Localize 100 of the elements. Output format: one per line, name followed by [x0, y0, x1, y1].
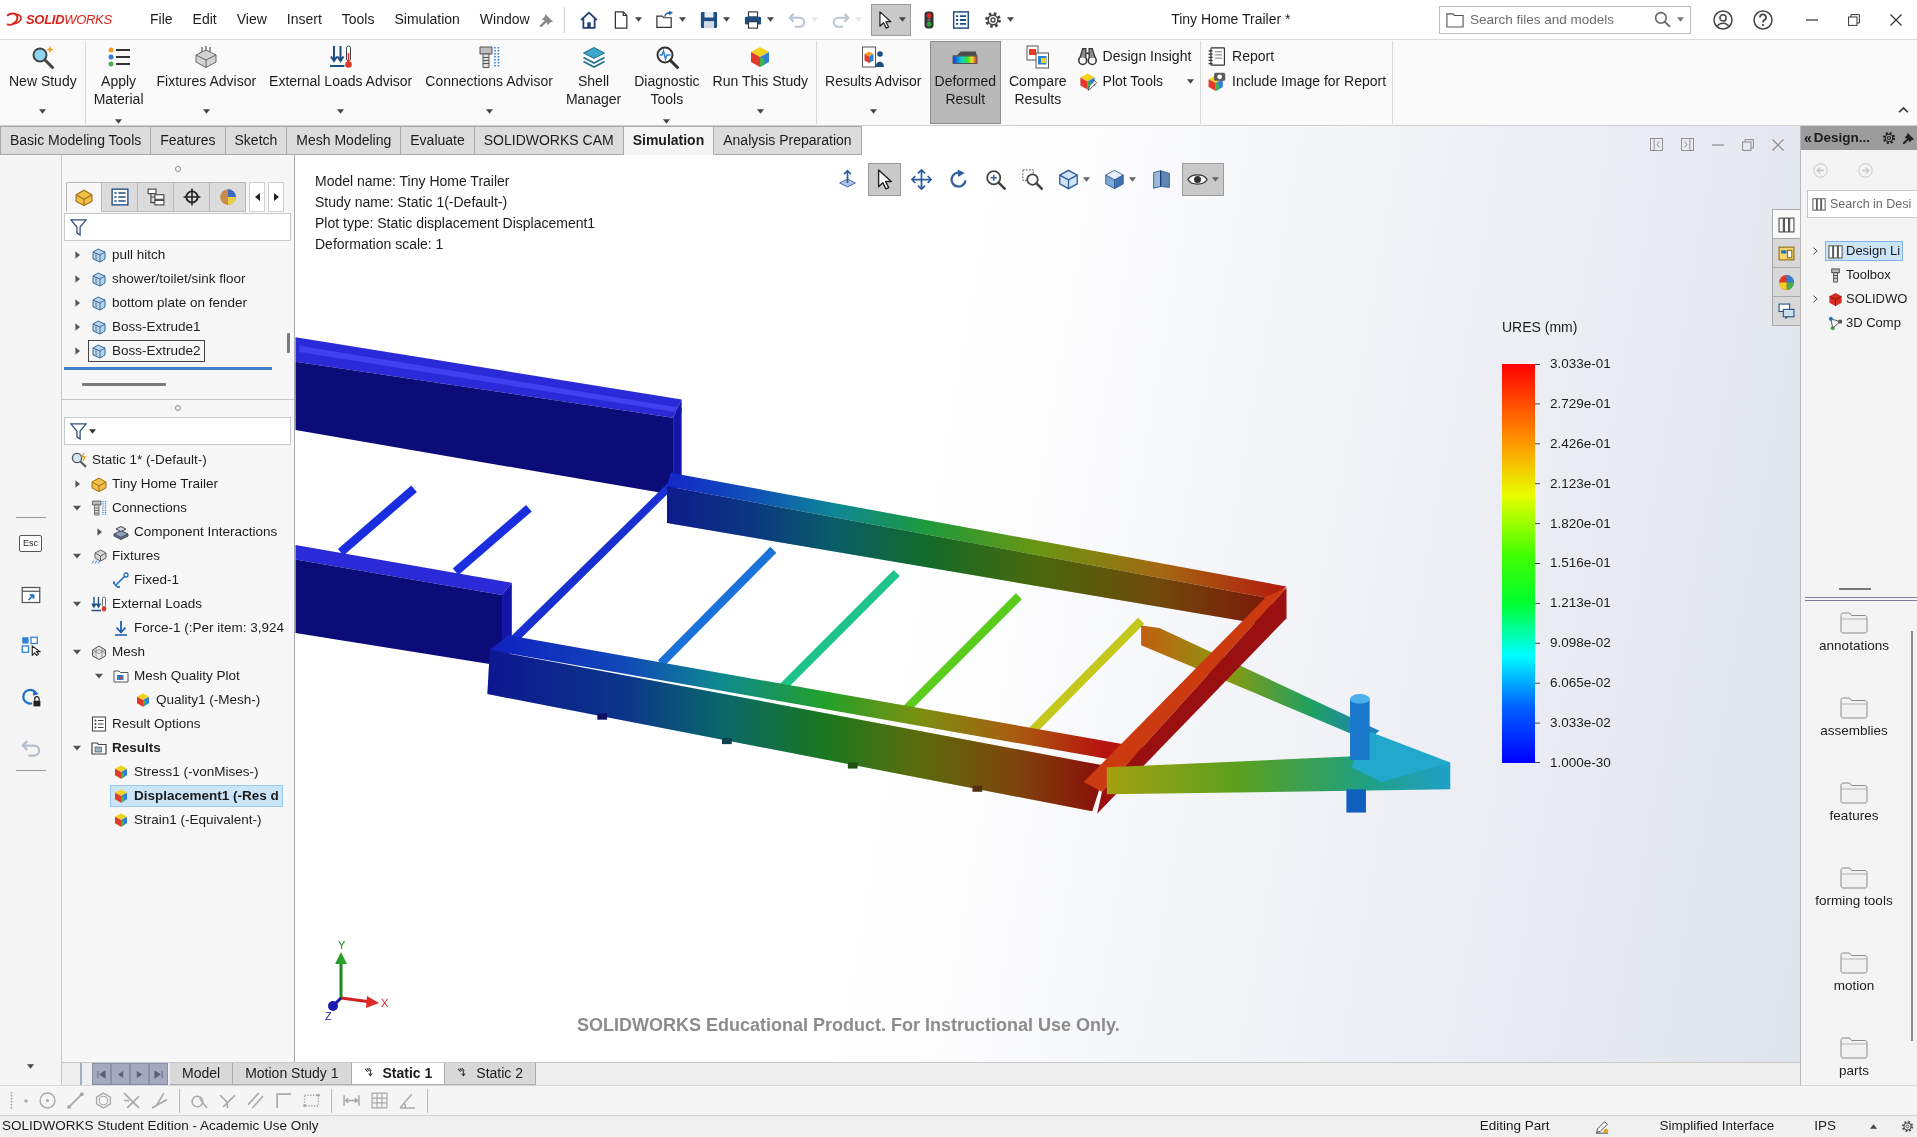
task-pane-tab[interactable]	[1772, 209, 1800, 239]
command-tab[interactable]: SOLIDWORKS CAM	[474, 126, 624, 155]
tree-item[interactable]: Design Li	[1825, 241, 1904, 261]
tree-item[interactable]: Static 1* (-Default-)	[68, 449, 211, 471]
folder-label[interactable]: features	[1829, 808, 1879, 824]
ribbon-button[interactable]: Fixtures Advisor	[151, 41, 262, 124]
squares-cursor-icon[interactable]	[20, 635, 41, 656]
ribbon-button[interactable]: New Study	[4, 41, 82, 124]
menu-item[interactable]: Window	[469, 5, 540, 34]
folder-label[interactable]: forming tools	[1815, 893, 1893, 909]
scrollbar-thumb[interactable]	[1911, 631, 1913, 1041]
tree-item[interactable]: Mesh Quality Plot	[110, 665, 244, 687]
tab-scroll-button[interactable]	[111, 1063, 130, 1085]
tree-item[interactable]: Component Interactions	[110, 521, 282, 543]
view-tool-button[interactable]	[1182, 163, 1224, 196]
gear-icon[interactable]	[1901, 1120, 1914, 1133]
pin-icon[interactable]	[1903, 132, 1915, 144]
menu-item[interactable]: Edit	[182, 5, 227, 34]
ribbon-button[interactable]: Shell Manager	[560, 41, 627, 124]
study-tab[interactable]: Motion Study 1	[233, 1063, 352, 1085]
user-icon[interactable]	[1713, 9, 1733, 30]
tree-item[interactable]: Strain1 (-Equivalent-)	[110, 809, 266, 831]
folder-label[interactable]: assemblies	[1820, 723, 1888, 739]
expand-arrow-icon[interactable]	[74, 299, 80, 307]
rotate-lock-icon[interactable]	[20, 686, 41, 707]
expand-arrow-icon[interactable]	[74, 323, 80, 331]
tree-item[interactable]: Result Options	[88, 713, 205, 735]
expand-arrow-icon[interactable]	[73, 745, 81, 751]
tree-item[interactable]: Force-1 (:Per item: 3,924	[110, 617, 289, 639]
menu-item[interactable]: Simulation	[384, 5, 470, 34]
tree-item[interactable]: SOLIDWO	[1825, 289, 1911, 309]
search-field[interactable]: Search in Desi	[1807, 190, 1917, 218]
tree-item[interactable]: Quality1 (-Mesh-)	[132, 689, 265, 711]
menu-item[interactable]: File	[140, 5, 183, 34]
tree-item[interactable]: pull hitch	[88, 244, 170, 266]
expand-arrow-icon[interactable]	[96, 528, 102, 536]
folder-icon[interactable]	[1840, 782, 1868, 804]
grip-icon[interactable]	[10, 1091, 13, 1110]
collapse-button[interactable]: «	[1804, 129, 1812, 147]
task-pane-tab[interactable]	[1772, 238, 1800, 268]
panel-tab[interactable]	[102, 182, 138, 212]
ribbon-button[interactable]: Diagnostic Tools	[629, 41, 705, 124]
command-tab[interactable]: Mesh Modeling	[287, 126, 402, 155]
tree-item[interactable]: Results	[88, 737, 165, 759]
expand-arrow-icon[interactable]	[74, 275, 80, 283]
expand-arrow-icon[interactable]	[73, 601, 81, 607]
ribbon-button[interactable]: External Loads Advisor	[264, 41, 418, 124]
folder-icon[interactable]	[1840, 612, 1868, 634]
panel-tab[interactable]	[174, 182, 210, 212]
study-tab[interactable]: Static 1	[351, 1063, 446, 1085]
ribbon-button[interactable]: Connections Advisor	[420, 41, 558, 124]
task-pane-tab[interactable]	[1772, 296, 1800, 326]
tree-item[interactable]: Toolbox	[1825, 265, 1894, 285]
scrollbar-thumb[interactable]	[286, 333, 290, 353]
folder-label[interactable]: annotations	[1819, 638, 1889, 654]
folder-icon[interactable]	[1840, 697, 1868, 719]
splitter-handle[interactable]	[1839, 588, 1871, 590]
pencil-icon[interactable]	[1595, 1119, 1610, 1134]
search-field[interactable]: Search files and models	[1439, 5, 1691, 34]
chevron-up-icon[interactable]	[1898, 105, 1909, 113]
tree-item[interactable]: Tiny Home Trailer	[88, 473, 223, 495]
gear-icon[interactable]	[1882, 131, 1896, 145]
folder-label[interactable]: parts	[1839, 1063, 1869, 1079]
expand-arrow-icon[interactable]	[73, 649, 81, 655]
panel-tab[interactable]	[138, 182, 174, 212]
filter-field[interactable]	[64, 213, 291, 241]
toolbar-button[interactable]	[870, 3, 911, 36]
ribbon-button[interactable]: Results Advisor	[820, 41, 927, 124]
tree-item[interactable]: Fixed-1	[110, 569, 183, 591]
expand-arrow-icon[interactable]	[73, 553, 81, 559]
tree-item[interactable]: Displacement1 (-Res d	[110, 785, 283, 807]
command-tab[interactable]: Analysis Preparation	[714, 126, 862, 155]
grip-dot-icon[interactable]	[175, 165, 181, 172]
caret-up-icon[interactable]	[1870, 1124, 1877, 1129]
ribbon-button[interactable]: Report	[1204, 45, 1390, 68]
tree-item[interactable]: 3D Comp	[1825, 313, 1904, 333]
tree-item[interactable]: Mesh	[88, 641, 149, 663]
units-selector[interactable]: IPS	[1814, 1116, 1836, 1137]
ribbon-button[interactable]: Apply Material	[88, 41, 149, 124]
expand-arrow-icon[interactable]	[74, 251, 80, 259]
ribbon-button[interactable]: Compare Results	[1004, 41, 1072, 124]
status-interface[interactable]: Simplified Interface	[1659, 1116, 1775, 1137]
task-pane-tab[interactable]	[1772, 267, 1800, 297]
command-tab[interactable]: Simulation	[623, 126, 715, 155]
expand-arrow-icon[interactable]	[73, 505, 81, 511]
command-tab[interactable]: Sketch	[225, 126, 288, 155]
tree-item[interactable]: External Loads	[88, 593, 207, 615]
tree-item[interactable]: Boss-Extrude1	[88, 316, 205, 338]
tree-item[interactable]: Boss-Extrude2	[88, 340, 205, 362]
tree-item[interactable]: Stress1 (-vonMises-)	[110, 761, 263, 783]
pin-icon[interactable]	[539, 12, 554, 27]
command-tab[interactable]: Basic Modeling Tools	[0, 126, 152, 155]
tree-item[interactable]: shower/toilet/sink floor	[88, 268, 250, 290]
panel-right-icon[interactable]	[1681, 138, 1694, 151]
close-icon[interactable]	[1772, 138, 1784, 151]
scroll-right-button[interactable]	[268, 182, 284, 212]
menu-item[interactable]: View	[226, 5, 277, 34]
tree-item[interactable]: bottom plate on fender	[88, 292, 252, 314]
esc-key[interactable]: Esc	[19, 535, 42, 552]
search-icon[interactable]	[1654, 10, 1671, 28]
